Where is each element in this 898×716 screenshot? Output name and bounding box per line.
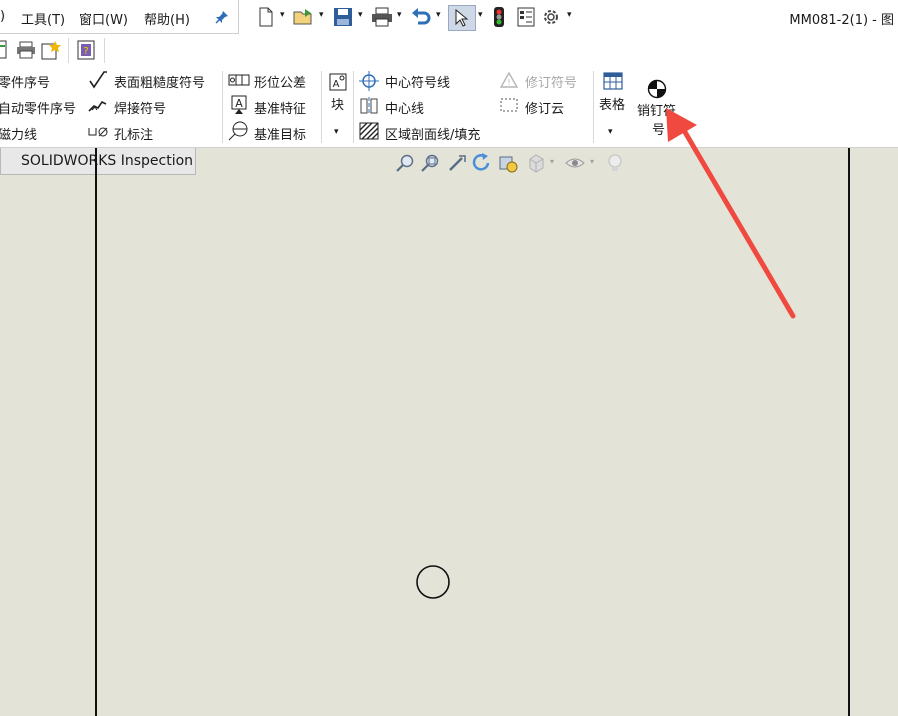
annotation-arrow: [666, 108, 796, 319]
